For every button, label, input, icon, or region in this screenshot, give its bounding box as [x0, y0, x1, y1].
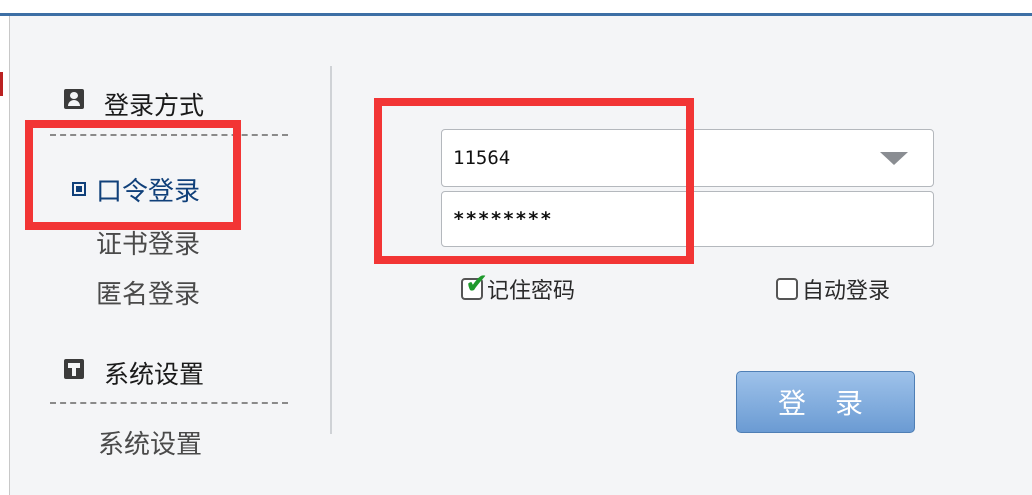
user-icon: [64, 89, 84, 109]
chevron-down-icon[interactable]: [880, 152, 908, 165]
section-divider: [50, 134, 288, 136]
section-divider: [50, 402, 288, 404]
sidebar-item-system-settings[interactable]: 系统设置: [98, 424, 202, 461]
vertical-divider: [330, 66, 332, 434]
checkbox-box[interactable]: [776, 278, 798, 300]
window-top-bar: [0, 0, 1032, 16]
checkbox-box[interactable]: ✔: [461, 270, 488, 300]
window-left-edge: [0, 16, 10, 495]
sidebar-item-anonymous-login[interactable]: 匿名登录: [96, 274, 200, 311]
selected-indicator-icon: [72, 182, 86, 196]
auto-login-label: 自动登录: [802, 279, 891, 304]
remember-password-checkbox[interactable]: ✔ 记住密码: [461, 270, 576, 306]
system-settings-title: 系统设置: [104, 360, 205, 389]
checkmark-icon: ✔: [465, 267, 489, 300]
remember-password-label: 记住密码: [487, 279, 576, 304]
sidebar-item-password-login[interactable]: 口令登录: [96, 171, 200, 208]
auto-login-checkbox[interactable]: 自动登录: [776, 272, 890, 306]
password-field[interactable]: [441, 191, 934, 247]
login-button[interactable]: 登 录: [736, 371, 915, 433]
sidebar-item-cert-login[interactable]: 证书登录: [96, 224, 200, 261]
wrench-icon: [64, 359, 84, 379]
username-combobox[interactable]: [441, 129, 934, 187]
edge-marker: [0, 72, 3, 96]
login-method-title: 登录方式: [104, 91, 205, 120]
